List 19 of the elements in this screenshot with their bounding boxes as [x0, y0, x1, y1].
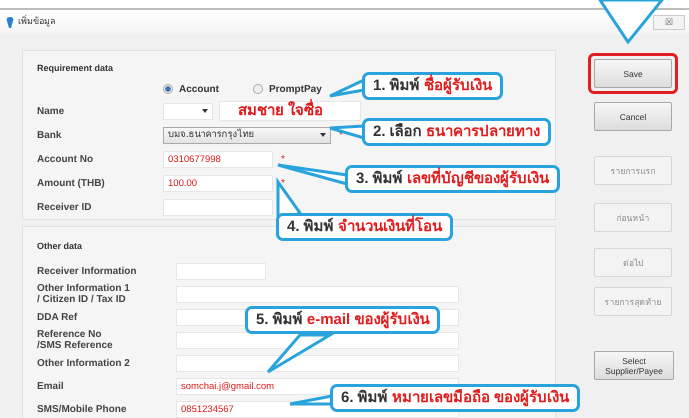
field-label: SMS/Mobile Phone — [37, 404, 128, 414]
field-label: Account No — [37, 154, 94, 164]
field-label: Amount (THB) — [37, 178, 106, 188]
required-mark: * — [281, 152, 285, 166]
field-label: Reference No /SMS Reference — [37, 329, 114, 351]
field-label: Receiver ID — [37, 202, 92, 212]
callout-tooltip: 5. พิมพ์ e-mail ของผู้รับเงิน — [245, 306, 440, 334]
window-title: เพิ่มข้อมูล — [18, 15, 56, 28]
field-label: Other Information 2 — [37, 358, 131, 368]
field-label: Name — [37, 106, 66, 116]
required-mark: * — [281, 176, 285, 190]
field-label: Other Information 1 / Citizen ID / Tax ID — [37, 283, 131, 305]
field-label: Receiver Information — [37, 266, 138, 276]
field-label: DDA Ref — [37, 312, 78, 322]
callout-tooltip: 6. พิมพ์ หมายเลขมือถือ ของผู้รับเงิน — [330, 384, 580, 412]
field-label: Bank — [37, 130, 62, 140]
group-title: Requirement data — [37, 62, 114, 75]
group-title: Other data — [37, 240, 82, 253]
field-label: Email — [37, 380, 65, 392]
